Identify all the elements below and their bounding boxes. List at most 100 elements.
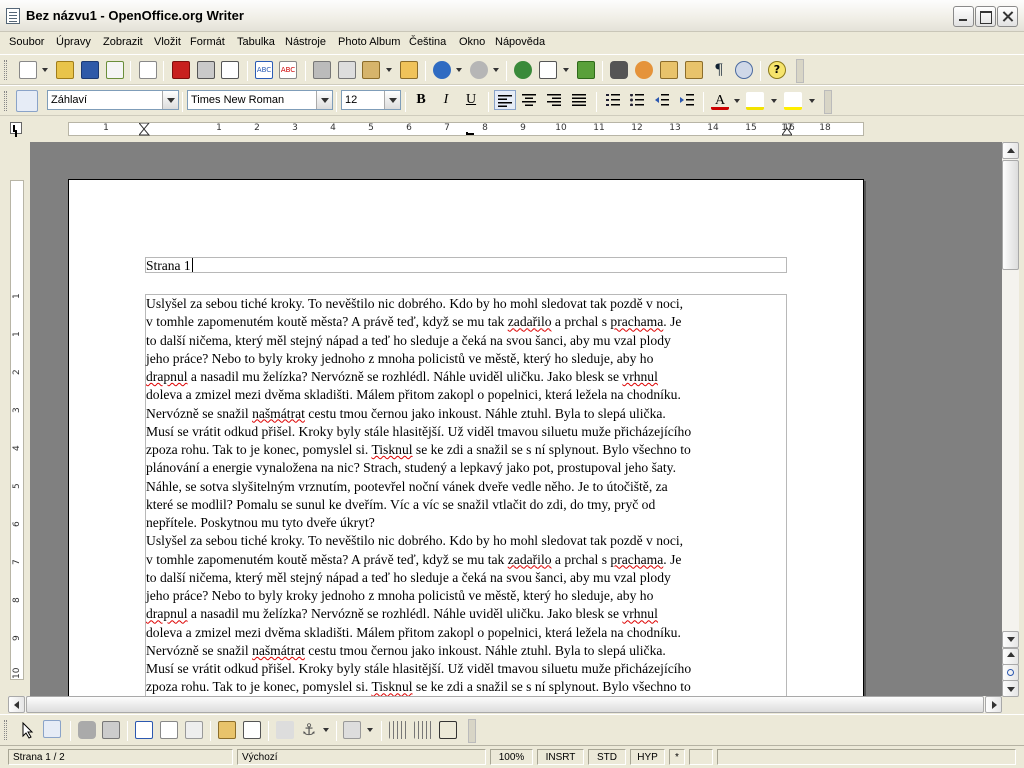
highlighting-dropdown-icon[interactable]	[771, 99, 777, 103]
redo-dropdown-icon[interactable]	[493, 68, 499, 72]
status-hyperlink-mode[interactable]: HYP	[630, 749, 665, 765]
text-line[interactable]: zpoza rohu. Tak to je konec, pomyslel si…	[146, 441, 790, 459]
helplines-icon[interactable]	[439, 721, 457, 739]
controls-icon[interactable]	[78, 721, 96, 739]
save-icon[interactable]	[81, 61, 99, 79]
numbering-button[interactable]	[602, 90, 624, 110]
close-button[interactable]	[997, 6, 1018, 27]
wizards-icon[interactable]	[185, 721, 203, 739]
misspelled-word[interactable]: drapnul	[146, 606, 188, 621]
misspelled-word[interactable]: prachama	[610, 552, 663, 567]
text-line[interactable]: plánování a energie vynaložena na nic? S…	[146, 459, 790, 477]
text-line[interactable]: Musí se vrátit odkud přišel. Kroky byly …	[146, 660, 790, 678]
right-indent-marker-icon[interactable]	[782, 123, 792, 136]
text-line[interactable]: jeho práce? Nebo to byly kroky jednoho z…	[146, 350, 790, 368]
spellcheck-icon[interactable]: ABC	[255, 61, 273, 79]
highlighting-icon[interactable]	[746, 92, 764, 110]
data-sources-icon[interactable]	[685, 61, 703, 79]
align-left-button[interactable]	[494, 90, 516, 110]
styles-formatting-icon[interactable]	[16, 90, 38, 112]
gallery-icon[interactable]	[660, 61, 678, 79]
text-line[interactable]: Musí se vrátit odkud přišel. Kroky byly …	[146, 423, 790, 441]
text-line[interactable]: to další ničema, který měl stejný nápad …	[146, 569, 790, 587]
font-color-icon[interactable]: A	[711, 92, 729, 110]
indent-marker-icon[interactable]	[139, 123, 151, 136]
minimize-button[interactable]	[953, 6, 974, 27]
focus-control-icon[interactable]	[243, 721, 261, 739]
maximize-button[interactable]	[975, 6, 996, 27]
document-area[interactable]: Strana 1 Uslyšel za sebou tiché kroky. T…	[30, 142, 1002, 696]
export-pdf-icon[interactable]	[172, 61, 190, 79]
tab-stop-selector[interactable]	[10, 122, 22, 134]
font-size-select[interactable]: 12	[341, 90, 401, 110]
background-color-dropdown-icon[interactable]	[809, 99, 815, 103]
justify-button[interactable]	[568, 90, 590, 110]
tab-stop-icon[interactable]	[466, 132, 474, 135]
toolbar-grip[interactable]	[4, 720, 7, 740]
increase-indent-button[interactable]	[676, 90, 698, 110]
paste-dropdown-icon[interactable]	[386, 68, 392, 72]
bold-button[interactable]: B	[410, 90, 432, 110]
text-line[interactable]: zpoza rohu. Tak to je konec, pomyslel si…	[146, 678, 790, 696]
status-zoom[interactable]: 100%	[490, 749, 533, 765]
horizontal-scroll-thumb[interactable]	[26, 696, 984, 713]
status-selection-mode[interactable]: STD	[588, 749, 626, 765]
navigation-button[interactable]	[1002, 664, 1019, 681]
text-line[interactable]: nepřítele. Poskytnou mu tyto dveře úkryt…	[146, 514, 790, 532]
misspelled-word[interactable]: našmátrat	[252, 643, 305, 658]
misspelled-word[interactable]: zadařilo	[508, 314, 552, 329]
menu-cestina[interactable]: Čeština	[409, 36, 446, 48]
undo-icon[interactable]	[433, 61, 451, 79]
menu-nastroje[interactable]: Nástroje	[285, 36, 326, 48]
auto-spellcheck-icon[interactable]: ABC	[279, 61, 297, 79]
menu-upravy[interactable]: Úpravy	[56, 36, 91, 48]
toolbar-grip[interactable]	[4, 60, 7, 80]
page-preview-icon[interactable]	[221, 61, 239, 79]
wrap-icon[interactable]	[343, 721, 361, 739]
text-line[interactable]: doleva a zmizel mezi dvěma skladišti. Má…	[146, 386, 790, 404]
text-line[interactable]: doleva a zmizel mezi dvěma skladišti. Má…	[146, 624, 790, 642]
header-text[interactable]: Strana 1	[146, 258, 193, 273]
new-dropdown-icon[interactable]	[42, 68, 48, 72]
paragraph-style-select[interactable]: Záhlaví	[47, 90, 179, 110]
align-center-button[interactable]	[518, 90, 540, 110]
copy-icon[interactable]	[338, 61, 356, 79]
draw-functions-icon[interactable]	[43, 720, 61, 738]
navigator-icon[interactable]	[635, 61, 653, 79]
font-name-select[interactable]: Times New Roman	[187, 90, 333, 110]
misspelled-word[interactable]: zadařilo	[508, 552, 552, 567]
paste-icon[interactable]	[362, 61, 380, 79]
toolbar-overflow-icon[interactable]	[468, 719, 476, 743]
form-design-icon[interactable]	[102, 721, 120, 739]
hyperlink-icon[interactable]	[514, 61, 532, 79]
menu-okno[interactable]: Okno	[459, 36, 485, 48]
menu-format[interactable]: Formát	[190, 36, 225, 48]
text-line[interactable]: v tomhle zapomenutém koutě města? A práv…	[146, 551, 790, 569]
next-page-button[interactable]	[1002, 680, 1019, 697]
text-line[interactable]: Nervózně se snažil našmátrat cestu tmou …	[146, 642, 790, 660]
status-insert[interactable]: INSRT	[537, 749, 584, 765]
open-icon[interactable]	[56, 61, 74, 79]
chevron-down-icon[interactable]	[384, 91, 400, 109]
table-dropdown-icon[interactable]	[563, 68, 569, 72]
menu-soubor[interactable]: Soubor	[9, 36, 44, 48]
text-line[interactable]: Nervózně se snažil našmátrat cestu tmou …	[146, 405, 790, 423]
print-icon[interactable]	[197, 61, 215, 79]
align-objects-icon[interactable]	[276, 721, 294, 739]
misspelled-word[interactable]: prachama	[610, 314, 663, 329]
menu-photo-album[interactable]: Photo Album	[338, 36, 400, 48]
horizontal-scrollbar[interactable]	[8, 696, 1002, 713]
text-line[interactable]: Uslyšel za sebou tiché kroky. To nevěšti…	[146, 532, 790, 550]
text-line[interactable]: které se modlil? Pomalu se sunul ke dveř…	[146, 496, 790, 514]
bullets-button[interactable]	[626, 90, 648, 110]
align-right-button[interactable]	[543, 90, 565, 110]
toolbar-grip[interactable]	[4, 91, 7, 111]
show-draw-functions-icon[interactable]	[577, 61, 595, 79]
redo-icon[interactable]	[470, 61, 488, 79]
misspelled-word[interactable]: vrhnul	[622, 606, 658, 621]
new-document-icon[interactable]	[19, 61, 37, 79]
scroll-left-button[interactable]	[8, 696, 25, 713]
text-line[interactable]: v tomhle zapomenutém koutě města? A práv…	[146, 313, 790, 331]
font-color-dropdown-icon[interactable]	[734, 99, 740, 103]
page-body[interactable]: Uslyšel za sebou tiché kroky. To nevěšti…	[145, 294, 787, 696]
